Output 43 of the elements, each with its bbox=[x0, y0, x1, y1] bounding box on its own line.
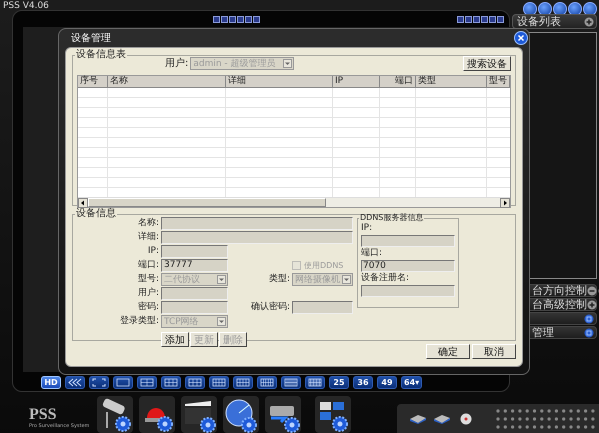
field-label: 登录类型: bbox=[118, 316, 159, 327]
field-label: IP: bbox=[361, 223, 374, 234]
field-label: 名称: bbox=[136, 218, 159, 229]
layout-button[interactable]: HD bbox=[41, 376, 61, 389]
search-device-button[interactable]: 搜索设备 bbox=[463, 56, 511, 71]
field-label: 密码: bbox=[136, 302, 159, 313]
field-label: 型号: bbox=[136, 274, 159, 285]
app-title: PSS V4.06 bbox=[3, 2, 49, 10]
panel-title: 台方向控制 bbox=[532, 284, 587, 296]
dialog-button[interactable]: 取消 bbox=[472, 344, 516, 359]
layout-button[interactable]: 64▾ bbox=[401, 376, 422, 389]
field-label: 设备注册名: bbox=[361, 273, 410, 284]
layout-button[interactable]: 49 bbox=[377, 376, 397, 389]
column-header[interactable]: 名称 bbox=[108, 76, 226, 88]
ddns-port-field[interactable]: 7070 bbox=[361, 260, 455, 272]
panel-title: 管理 bbox=[532, 326, 554, 338]
column-header[interactable]: 序号 bbox=[78, 76, 108, 88]
group-title: DDNS服务器信息 bbox=[359, 213, 424, 223]
field-label: 端口: bbox=[136, 260, 159, 271]
dialog-button[interactable]: 确定 bbox=[426, 344, 470, 359]
group-title: 设备信息 bbox=[75, 209, 117, 219]
header-title: 设备列表 bbox=[517, 16, 561, 28]
field-label: 详细: bbox=[136, 232, 159, 243]
user-label: 用户: bbox=[165, 58, 188, 69]
logo-text: PSS bbox=[29, 407, 58, 423]
panel-title: 台高级控制 bbox=[532, 298, 587, 310]
field-label: 端口: bbox=[361, 248, 384, 259]
port-field[interactable]: 37777 bbox=[161, 259, 228, 272]
layout-button[interactable]: 25 bbox=[329, 376, 349, 389]
dialog-title: 设备管理 bbox=[71, 32, 111, 44]
field-label: 用户: bbox=[136, 288, 159, 299]
column-header[interactable]: 端口 bbox=[380, 76, 416, 88]
field-label: 确认密码: bbox=[250, 302, 290, 313]
layout-button[interactable]: 36 bbox=[353, 376, 373, 389]
checkbox-label: 使用DDNS bbox=[304, 260, 344, 271]
group-title: 设备信息表 bbox=[75, 50, 127, 60]
column-header[interactable]: 型号 bbox=[487, 76, 510, 88]
column-header[interactable]: IP bbox=[333, 76, 380, 88]
column-header[interactable]: 详细 bbox=[226, 76, 333, 88]
field-label: 类型: bbox=[268, 274, 290, 285]
column-header[interactable]: 类型 bbox=[416, 76, 487, 88]
form-button[interactable]: 添加 bbox=[161, 332, 189, 347]
field-label: IP: bbox=[146, 246, 159, 257]
